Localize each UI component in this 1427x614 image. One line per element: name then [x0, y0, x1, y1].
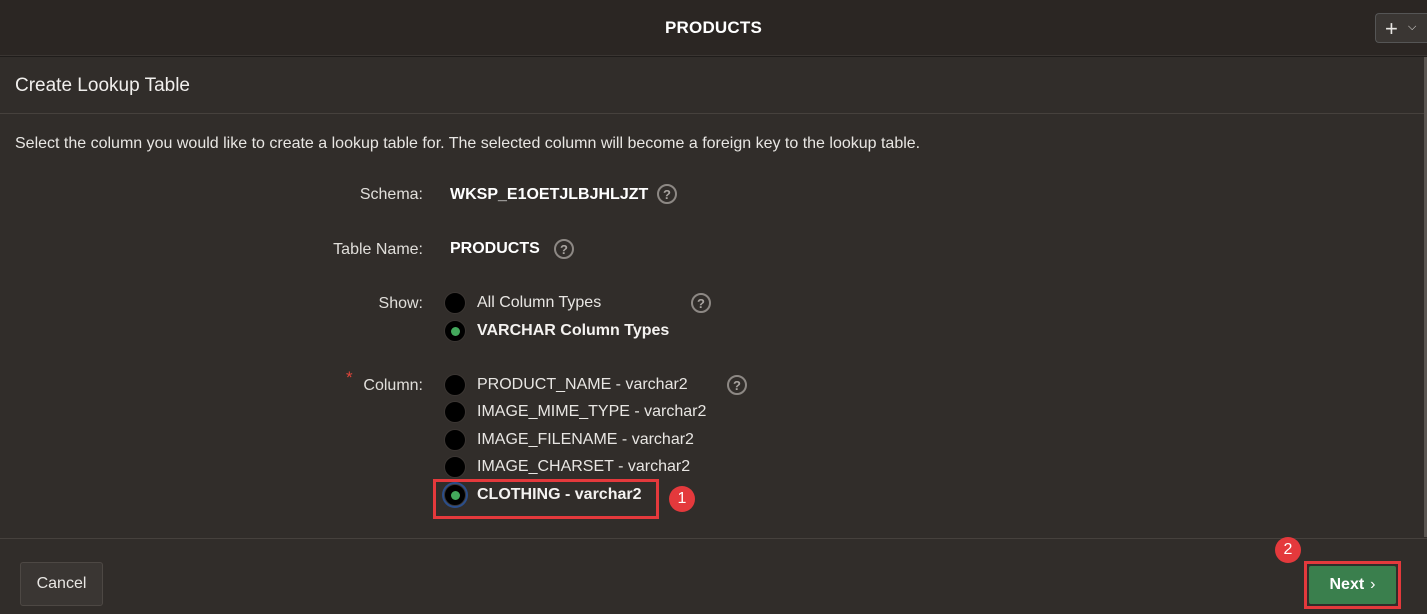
annotation-badge-1: 1	[669, 486, 695, 512]
instruction-text: Select the column you would like to crea…	[15, 135, 921, 152]
radio-button[interactable]	[444, 292, 466, 314]
show-label: Show:	[378, 295, 423, 312]
radio-button[interactable]	[444, 374, 466, 396]
column-option-label: IMAGE_CHARSET - varchar2	[477, 458, 691, 475]
radio-button[interactable]	[444, 401, 466, 423]
radio-button-selected[interactable]	[444, 320, 466, 342]
column-help-icon[interactable]: ?	[727, 375, 747, 395]
column-option-label: PRODUCT_NAME - varchar2	[477, 376, 688, 393]
page-title: PRODUCTS	[665, 18, 762, 37]
schema-value: WKSP_E1OETJLBJHLJZT	[450, 186, 649, 203]
next-button[interactable]: Next ›	[1309, 566, 1396, 604]
column-option-label: IMAGE_MIME_TYPE - varchar2	[477, 403, 707, 420]
annotation-badge-2: 2	[1275, 537, 1301, 563]
show-option-label: All Column Types	[477, 294, 602, 311]
radio-button[interactable]	[444, 429, 466, 451]
show-option-label: VARCHAR Column Types	[477, 322, 670, 339]
dialog-title: Create Lookup Table	[15, 75, 190, 96]
dialog-header: Create Lookup Table	[0, 57, 1427, 114]
plus-icon: +	[1385, 16, 1398, 41]
add-menu-button[interactable]: + ⌵	[1375, 13, 1427, 43]
cancel-button[interactable]: Cancel	[20, 562, 103, 606]
table-name-label: Table Name:	[333, 241, 423, 258]
column-label: Column:	[363, 377, 423, 394]
table-name-value: PRODUCTS	[450, 240, 540, 257]
schema-help-icon[interactable]: ?	[657, 184, 677, 204]
create-lookup-dialog: Create Lookup Table Select the column yo…	[0, 57, 1427, 614]
chevron-down-icon: ⌵	[1408, 21, 1417, 33]
annotation-highlight-2: Next ›	[1304, 561, 1401, 609]
annotation-highlight-1	[433, 479, 659, 519]
top-bar: PRODUCTS + ⌵	[0, 0, 1427, 56]
show-help-icon[interactable]: ?	[691, 293, 711, 313]
schema-label: Schema:	[359, 186, 423, 203]
table-name-help-icon[interactable]: ?	[554, 239, 574, 259]
radio-button[interactable]	[444, 456, 466, 478]
next-label: Next	[1329, 576, 1365, 593]
column-option-label: IMAGE_FILENAME - varchar2	[477, 431, 694, 448]
dialog-footer: Cancel 2 Next ›	[0, 537, 1427, 614]
chevron-right-icon: ›	[1370, 576, 1376, 593]
